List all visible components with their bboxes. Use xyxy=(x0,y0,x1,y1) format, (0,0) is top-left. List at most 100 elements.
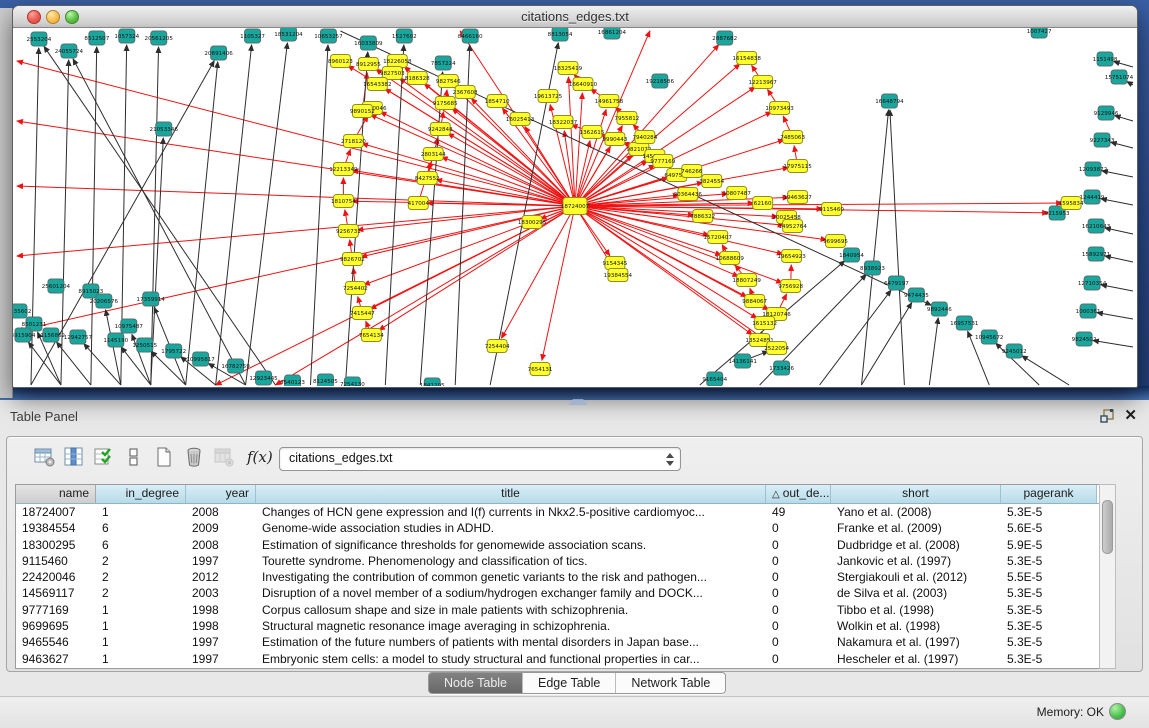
network-graph[interactable]: 1872400725532042405572485125071057324205… xyxy=(13,28,1135,386)
graph-node-label: 12942757 xyxy=(64,335,93,341)
graph-edge[interactable] xyxy=(310,45,328,385)
table-row[interactable]: 1872400712008Changes of HCN gene express… xyxy=(16,504,1099,520)
graph-edge[interactable] xyxy=(276,206,575,385)
network-view-window[interactable]: citations_edges.txt 18724007255320424055… xyxy=(12,5,1138,388)
graph-edge[interactable] xyxy=(1127,81,1133,85)
tab-edge-table[interactable]: Edge Table xyxy=(522,673,615,693)
graph-edge[interactable] xyxy=(568,77,575,206)
table-cell: 5.3E-5 xyxy=(1001,553,1097,569)
column-header-out-degree[interactable]: △out_de... xyxy=(766,485,831,503)
graph-edge[interactable] xyxy=(542,206,575,360)
table-cell: Tibbo et al. (1998) xyxy=(831,602,1001,618)
graph-edge[interactable] xyxy=(820,290,891,385)
select-columns-button[interactable] xyxy=(93,446,115,468)
table-row[interactable]: 969969511998Structural magnetic resonanc… xyxy=(16,618,1099,634)
table-cell: 2009 xyxy=(186,520,256,536)
graph-edge[interactable] xyxy=(385,45,403,385)
new-column-button[interactable] xyxy=(153,446,175,468)
column-header-title[interactable]: title xyxy=(256,485,766,503)
graph-node-label: 15892971 xyxy=(1082,252,1111,258)
table-row[interactable]: 946554611997Estimation of the future num… xyxy=(16,634,1099,650)
table-row[interactable]: 911546021997Tourette syndrome. Phenomeno… xyxy=(16,553,1099,569)
table-row[interactable]: 1830029562008Estimation of significance … xyxy=(16,537,1099,553)
table-scrollbar[interactable] xyxy=(1099,484,1116,669)
graph-node-label: 8512507 xyxy=(84,36,109,42)
graph-edge[interactable] xyxy=(1022,356,1069,385)
delete-table-button[interactable] xyxy=(213,446,235,468)
graph-node-label: 14136141 xyxy=(729,359,758,365)
graph-node-label: 9827503 xyxy=(380,71,405,77)
table-cell: 0 xyxy=(766,618,831,634)
graph-edge[interactable] xyxy=(890,110,904,385)
sort-ascending-icon: △ xyxy=(772,489,780,500)
node-table[interactable]: name in_degree year title △out_de... sho… xyxy=(15,484,1100,669)
graph-node-label: 18300295 xyxy=(518,220,547,226)
graph-edge[interactable] xyxy=(186,62,218,385)
graph-node-label: 10995817 xyxy=(186,357,215,363)
table-select-dropdown[interactable]: citations_edges.txt xyxy=(279,447,681,471)
float-panel-icon[interactable] xyxy=(1099,408,1115,424)
graph-edge[interactable] xyxy=(1093,340,1133,347)
table-row[interactable]: 1938455462009Genome-wide association stu… xyxy=(16,520,1099,536)
window-titlebar[interactable]: citations_edges.txt xyxy=(13,6,1137,28)
table-row[interactable]: 946362711997Embryonic stem cells: a mode… xyxy=(16,651,1099,667)
graph-node-label: 7654134 xyxy=(359,333,384,339)
table-panel-header: Table Panel ✕ xyxy=(0,400,1149,434)
graph-edge[interactable] xyxy=(216,206,575,385)
graph-node-label: 2367608 xyxy=(453,90,478,96)
graph-edge[interactable] xyxy=(216,45,252,385)
graph-edge[interactable] xyxy=(1097,313,1133,319)
graph-edge[interactable] xyxy=(151,47,159,385)
tab-network-table[interactable]: Network Table xyxy=(615,673,725,693)
graph-node-label: 1733426 xyxy=(769,366,794,372)
graph-node-label: 14952764 xyxy=(778,224,807,230)
network-canvas[interactable]: 1872400725532042405572485125071057324205… xyxy=(13,28,1135,386)
close-panel-icon[interactable]: ✕ xyxy=(1124,406,1137,424)
table-cell: 1998 xyxy=(186,618,256,634)
graph-node-label: 2553204 xyxy=(27,37,52,43)
table-row[interactable]: 977716911998Corpus callosum shape and si… xyxy=(16,602,1099,618)
table-cell: Genome-wide association studies in ADHD. xyxy=(256,520,766,536)
graph-edge[interactable] xyxy=(17,206,575,331)
show-column-button[interactable] xyxy=(63,446,85,468)
table-cell: Dudbridge et al. (2008) xyxy=(831,537,1001,553)
delete-column-button[interactable] xyxy=(183,446,205,468)
tab-node-table[interactable]: Node Table xyxy=(429,673,522,693)
table-cell: Nakamura et al. (1997) xyxy=(831,634,1001,650)
graph-node-label: 8186328 xyxy=(405,76,430,82)
graph-edge[interactable] xyxy=(420,72,442,385)
graph-edge[interactable] xyxy=(17,186,575,206)
table-cell: 5.3E-5 xyxy=(1001,651,1097,667)
memory-status-icon[interactable] xyxy=(1109,703,1126,720)
table-row[interactable]: 2242004622012Investigating the contribut… xyxy=(16,569,1099,585)
table-cell: 0 xyxy=(766,537,831,553)
table-cell: 2008 xyxy=(186,504,256,520)
table-cell: Disruption of a novel member of a sodium… xyxy=(256,585,766,601)
column-header-name[interactable]: name xyxy=(16,485,96,503)
scrollbar-thumb[interactable] xyxy=(1102,500,1113,554)
graph-node-label: 2887682 xyxy=(712,36,737,42)
column-header-in-degree[interactable]: in_degree xyxy=(96,485,186,503)
table-mode-button[interactable] xyxy=(33,446,55,468)
graph-edge[interactable] xyxy=(84,344,121,385)
graph-edge[interactable] xyxy=(929,318,938,385)
table-row[interactable]: 1456911722003Disruption of a novel membe… xyxy=(16,585,1099,601)
graph-edge[interactable] xyxy=(121,347,150,385)
function-builder-button[interactable]: f(x) xyxy=(247,446,277,468)
table-cell: 9465546 xyxy=(16,634,96,650)
table-cell: Tourette syndrome. Phenomenology and cla… xyxy=(256,553,766,569)
column-header-year[interactable]: year xyxy=(186,485,256,503)
table-cell: 49 xyxy=(766,504,831,520)
graph-node-label: 62160 xyxy=(754,201,772,207)
graph-edge[interactable] xyxy=(246,43,288,385)
graph-edge[interactable] xyxy=(1101,199,1133,205)
graph-edge[interactable] xyxy=(575,206,782,283)
table-cell: 18724007 xyxy=(16,504,96,520)
graph-edge[interactable] xyxy=(448,133,575,206)
graph-node-label: 1795722 xyxy=(161,349,186,355)
column-header-pagerank[interactable]: pagerank xyxy=(1001,485,1097,503)
graph-edge[interactable] xyxy=(861,110,888,385)
row-height-button[interactable] xyxy=(123,446,145,468)
column-header-short[interactable]: short xyxy=(831,485,1001,503)
graph-node-label: 9884067 xyxy=(742,299,767,305)
